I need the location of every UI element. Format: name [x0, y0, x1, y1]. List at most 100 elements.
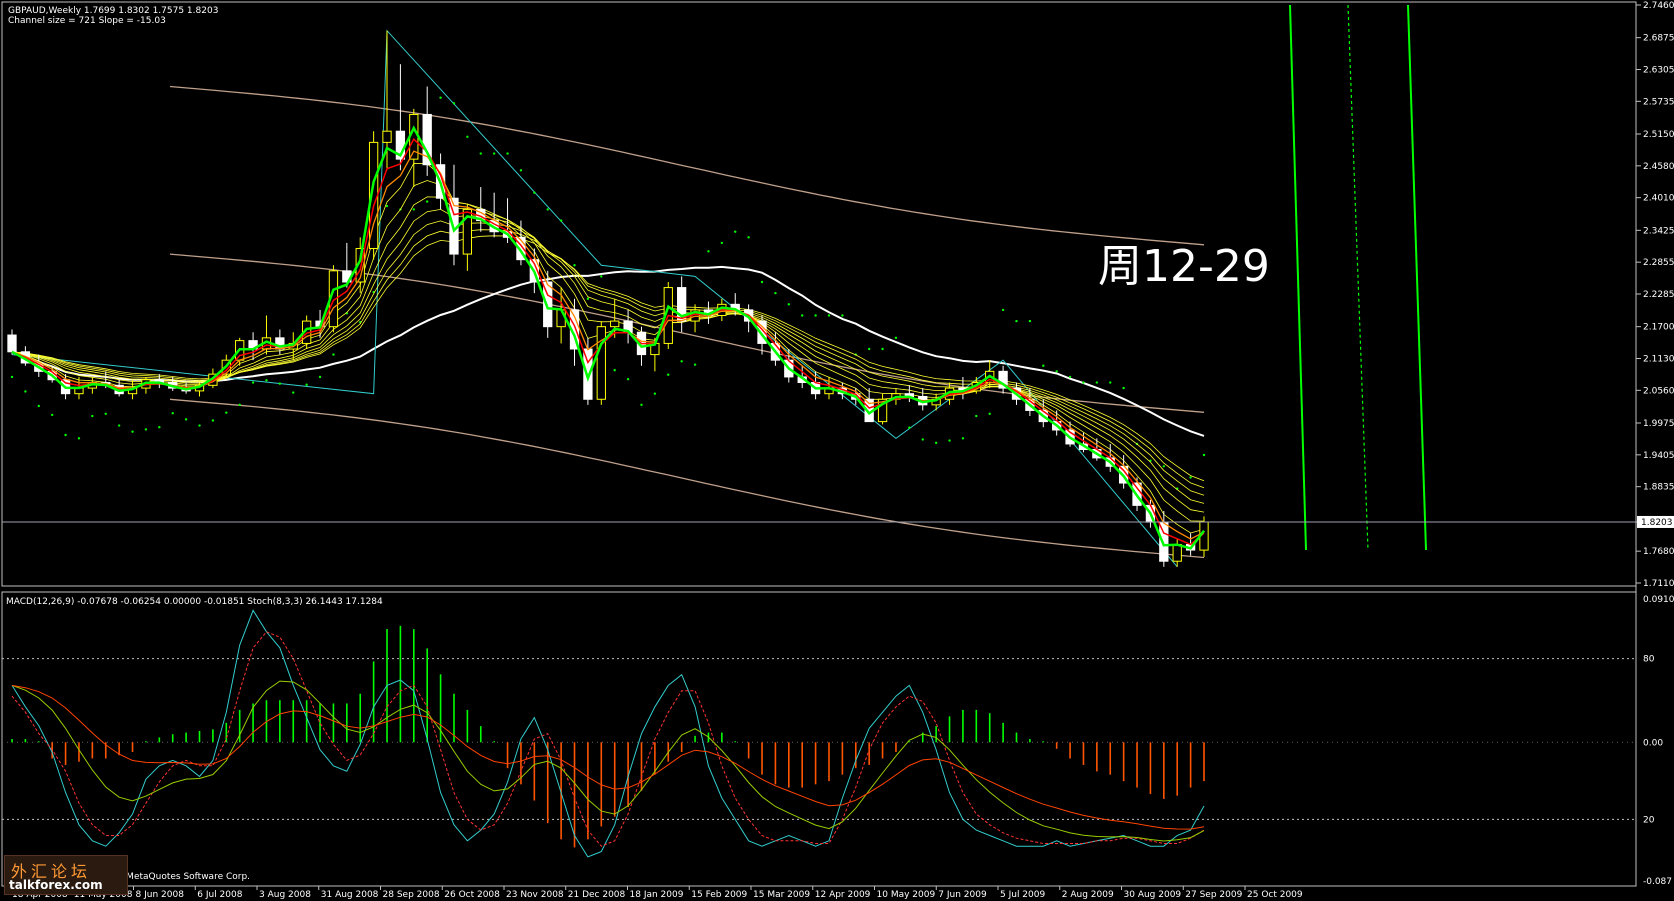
- sar-dot: [238, 403, 241, 407]
- sar-dot: [600, 275, 603, 278]
- sar-dot: [881, 347, 884, 351]
- sar-dot: [680, 360, 683, 363]
- sar-dot: [506, 152, 509, 155]
- sar-dot: [867, 347, 871, 351]
- sar-dot: [332, 353, 335, 356]
- time-tick-label: 3 Aug 2008: [259, 890, 311, 900]
- sar-dot: [988, 412, 991, 415]
- sar-dot: [734, 230, 737, 233]
- sar-dot: [1109, 381, 1112, 384]
- time-tick-label: 5 Jul 2009: [1000, 890, 1045, 900]
- time-tick-label: 18 Jan 2009: [630, 890, 684, 900]
- candle-body: [610, 320, 620, 328]
- sar-dot: [492, 152, 496, 155]
- main-panel-frame: [1, 1, 1637, 587]
- time-tick-label: 30 Aug 2009: [1124, 890, 1182, 900]
- price-tick-label: 2.6875: [1643, 34, 1674, 44]
- sar-dot: [251, 381, 255, 384]
- sar-dot: [211, 419, 215, 422]
- price-axis-ticks: 2.7460 2.6875 2.6305 2.5735 2.5150 2.4580 2.40…: [1636, 1, 1674, 589]
- sar-dot: [519, 169, 523, 172]
- price-tick-label: 1.7680: [1643, 547, 1674, 557]
- sar-dot: [1015, 319, 1018, 323]
- sar-dot: [693, 363, 697, 366]
- sar-dot: [265, 379, 268, 382]
- sar-dot: [801, 314, 804, 317]
- time-tick-label: 27 Sep 2009: [1185, 890, 1242, 900]
- sar-dot: [1082, 381, 1085, 384]
- sar-dot: [586, 297, 590, 300]
- time-axis-ticks: 18 Apr 2008 11 May 2008 8 Jun 2008 6 Jul 20…: [9, 886, 1303, 900]
- time-tick-label: 8 Jun 2008: [136, 890, 185, 900]
- sar-dot: [921, 438, 924, 441]
- sar-dot: [827, 314, 831, 317]
- sar-dot: [774, 291, 777, 295]
- indicator-tick-label: 0.00: [1643, 738, 1663, 748]
- price-tick-label: 2.5150: [1643, 130, 1674, 140]
- price-tick-label: 2.1700: [1643, 323, 1674, 333]
- indicator-tick-label: 0.09106: [1643, 595, 1674, 605]
- sar-dot: [1028, 319, 1032, 323]
- sar-dot: [1162, 465, 1166, 468]
- sar-dot: [158, 425, 161, 429]
- sar-dot: [1055, 370, 1058, 373]
- time-tick-label: 31 Aug 2008: [321, 890, 379, 900]
- sar-dot: [573, 264, 576, 267]
- time-tick-label: 26 Oct 2008: [444, 890, 500, 900]
- sar-dot: [64, 433, 67, 437]
- time-tick-label: 25 Oct 2009: [1247, 890, 1303, 900]
- price-tick-label: 2.4010: [1643, 194, 1674, 204]
- time-tick-label: 2 Aug 2009: [1062, 890, 1114, 900]
- sar-dot: [305, 383, 308, 386]
- price-tick-label: 1.9405: [1643, 451, 1674, 461]
- time-tick-label: 7 Jun 2009: [938, 890, 987, 900]
- sar-dot: [198, 424, 201, 427]
- sar-dot: [667, 373, 670, 376]
- sar-dot: [841, 314, 844, 317]
- time-tick-label: 21 Dec 2008: [568, 890, 626, 900]
- annotation-text: 周12-29: [1098, 241, 1270, 292]
- sar-dot: [292, 391, 295, 394]
- sar-dot: [466, 135, 469, 138]
- sar-dot: [760, 280, 764, 284]
- candle-body: [7, 334, 17, 353]
- sar-dot: [1068, 375, 1072, 379]
- forum-logo: 外汇论坛 talkforex.com: [4, 855, 128, 895]
- sar-dot: [975, 414, 978, 418]
- indicator-axis-ticks: 0.09106 80 0.00 20 -0.087: [1643, 595, 1674, 887]
- sar-dot: [10, 375, 14, 379]
- candle-body: [382, 130, 392, 143]
- sar-dot: [104, 412, 107, 415]
- sar-dot: [894, 336, 898, 340]
- sar-dot: [934, 441, 938, 445]
- sar-dot: [425, 200, 429, 203]
- indicator-info: MACD(12,26,9) -0.07678 -0.06254 0.00000 …: [6, 597, 383, 607]
- sar-dot: [1001, 308, 1005, 312]
- channel-info: Channel size = 721 Slope = -15.03: [8, 16, 166, 26]
- sar-dot: [439, 96, 442, 99]
- logo-site-text: talkforex.com: [9, 878, 103, 892]
- sar-dot: [1042, 364, 1045, 367]
- sar-dot: [1122, 386, 1125, 390]
- sar-dot: [50, 413, 54, 417]
- sar-dot: [948, 439, 951, 442]
- sar-dot: [613, 369, 616, 372]
- time-tick-label: 28 Sep 2008: [383, 890, 440, 900]
- price-tick-label: 2.3425: [1643, 226, 1674, 236]
- sar-dot: [24, 390, 27, 393]
- price-tick-label: 1.9975: [1643, 419, 1674, 429]
- time-tick-label: 15 Feb 2009: [691, 890, 747, 900]
- sar-dot: [533, 191, 536, 194]
- sar-dot: [961, 437, 965, 440]
- sar-dot: [653, 392, 657, 395]
- indicator-tick-label: -0.087: [1643, 877, 1672, 887]
- price-tick-label: 2.2285: [1643, 290, 1674, 300]
- sar-dot: [640, 403, 643, 407]
- sar-dot: [318, 375, 322, 379]
- sar-dot: [37, 404, 40, 408]
- current-price-label: 1.8203: [1641, 518, 1673, 528]
- time-tick-label: 23 Nov 2008: [506, 890, 564, 900]
- sar-dot: [626, 377, 630, 381]
- sar-dot: [278, 382, 282, 385]
- sar-dot: [559, 219, 563, 222]
